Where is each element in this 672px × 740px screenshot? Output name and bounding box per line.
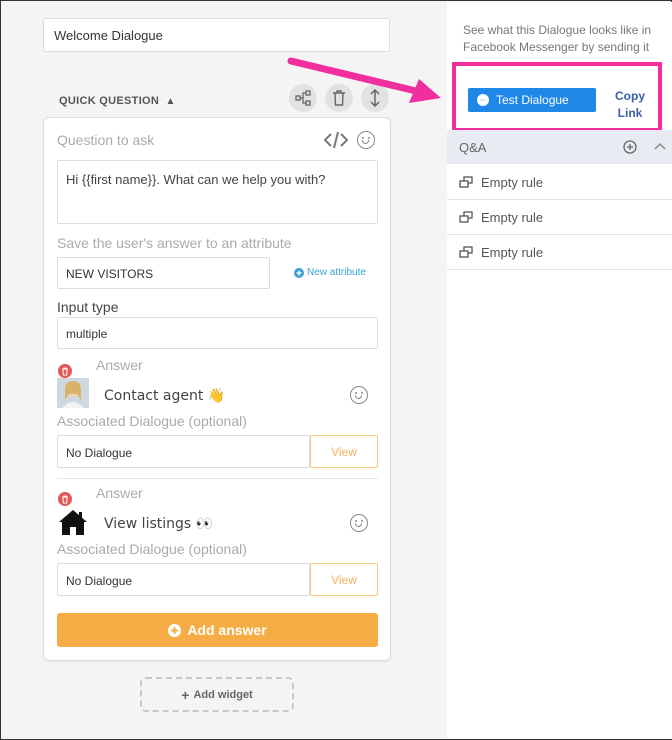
new-attribute-label: New attribute xyxy=(307,267,366,278)
associated-dialogue-label: Associated Dialogue (optional) xyxy=(57,413,247,429)
editor-panel: Welcome Dialogue QUICK QUESTION ▲ Questi… xyxy=(2,2,447,739)
divider xyxy=(57,478,378,479)
delete-answer-icon[interactable] xyxy=(58,492,72,506)
plus-circle-icon xyxy=(294,267,304,278)
answer-label: Answer xyxy=(96,485,143,501)
rule-label: Empty rule xyxy=(481,244,544,260)
emoji-picker-icon[interactable] xyxy=(357,131,375,149)
dialogue-title-input[interactable]: Welcome Dialogue xyxy=(43,18,390,52)
annotation-arrow xyxy=(287,57,441,103)
add-widget-button[interactable]: + Add widget xyxy=(140,677,294,712)
add-answer-label: Add answer xyxy=(187,622,267,638)
emoji-picker-icon[interactable] xyxy=(350,386,368,404)
view-dialogue-button[interactable]: View xyxy=(310,563,378,596)
rule-item[interactable]: Empty rule xyxy=(447,235,672,270)
add-answer-button[interactable]: Add answer xyxy=(57,613,378,647)
associated-dialogue-label: Associated Dialogue (optional) xyxy=(57,541,247,557)
rule-icon xyxy=(459,210,473,223)
input-type-label: Input type xyxy=(57,299,119,315)
test-dialogue-button[interactable]: Test Dialogue xyxy=(468,88,596,112)
qa-header: Q&A xyxy=(447,130,672,164)
rule-label: Empty rule xyxy=(481,209,544,225)
rule-label: Empty rule xyxy=(481,174,544,190)
add-widget-label: Add widget xyxy=(193,688,253,701)
chevron-up-icon[interactable]: ▲ xyxy=(166,96,176,107)
trash-icon xyxy=(62,367,68,375)
plus-circle-icon xyxy=(168,623,182,637)
test-dialogue-highlight: Test Dialogue Copy Link xyxy=(452,62,662,132)
preview-panel: See what this Dialogue looks like in Fac… xyxy=(447,2,672,739)
question-textarea[interactable]: Hi {{first name}}. What can we help you … xyxy=(57,160,378,224)
plus-icon: + xyxy=(181,686,190,703)
app-frame: Welcome Dialogue QUICK QUESTION ▲ Questi… xyxy=(0,0,672,740)
attribute-select[interactable]: NEW VISITORS xyxy=(57,257,270,289)
rule-icon xyxy=(459,175,473,188)
add-rule-icon[interactable] xyxy=(623,140,637,154)
code-icon[interactable] xyxy=(324,131,348,149)
chevron-up-icon[interactable] xyxy=(654,142,666,150)
section-header[interactable]: QUICK QUESTION ▲ xyxy=(59,95,176,107)
test-dialogue-label: Test Dialogue xyxy=(496,93,569,107)
rule-icon xyxy=(459,245,473,258)
qa-title: Q&A xyxy=(459,139,487,155)
associated-dialogue-select[interactable]: No Dialogue xyxy=(57,435,310,468)
delete-answer-icon[interactable] xyxy=(58,364,72,378)
input-type-select[interactable]: multiple xyxy=(57,317,378,349)
answer-text[interactable]: Contact agent 👋 xyxy=(104,387,225,404)
emoji-picker-icon[interactable] xyxy=(350,514,368,532)
answer-text[interactable]: View listings 👀 xyxy=(104,515,213,532)
trash-icon xyxy=(62,495,68,503)
associated-dialogue-select[interactable]: No Dialogue xyxy=(57,563,310,596)
quick-question-card: Question to ask Hi {{first name}}. What … xyxy=(43,117,391,661)
agent-avatar xyxy=(57,378,89,408)
rule-item[interactable]: Empty rule xyxy=(447,165,672,200)
answer-label: Answer xyxy=(96,357,143,373)
test-help-text: See what this Dialogue looks like in Fac… xyxy=(463,23,652,54)
attribute-label: Save the user's answer to an attribute xyxy=(57,235,292,251)
new-attribute-link[interactable]: New attribute xyxy=(294,267,366,278)
messenger-icon xyxy=(477,94,489,106)
section-title: QUICK QUESTION xyxy=(59,95,160,107)
rule-item[interactable]: Empty rule xyxy=(447,200,672,235)
copy-link-button[interactable]: Copy Link xyxy=(610,88,650,122)
house-icon xyxy=(59,510,87,535)
question-label: Question to ask xyxy=(57,132,155,148)
view-dialogue-button[interactable]: View xyxy=(310,435,378,468)
